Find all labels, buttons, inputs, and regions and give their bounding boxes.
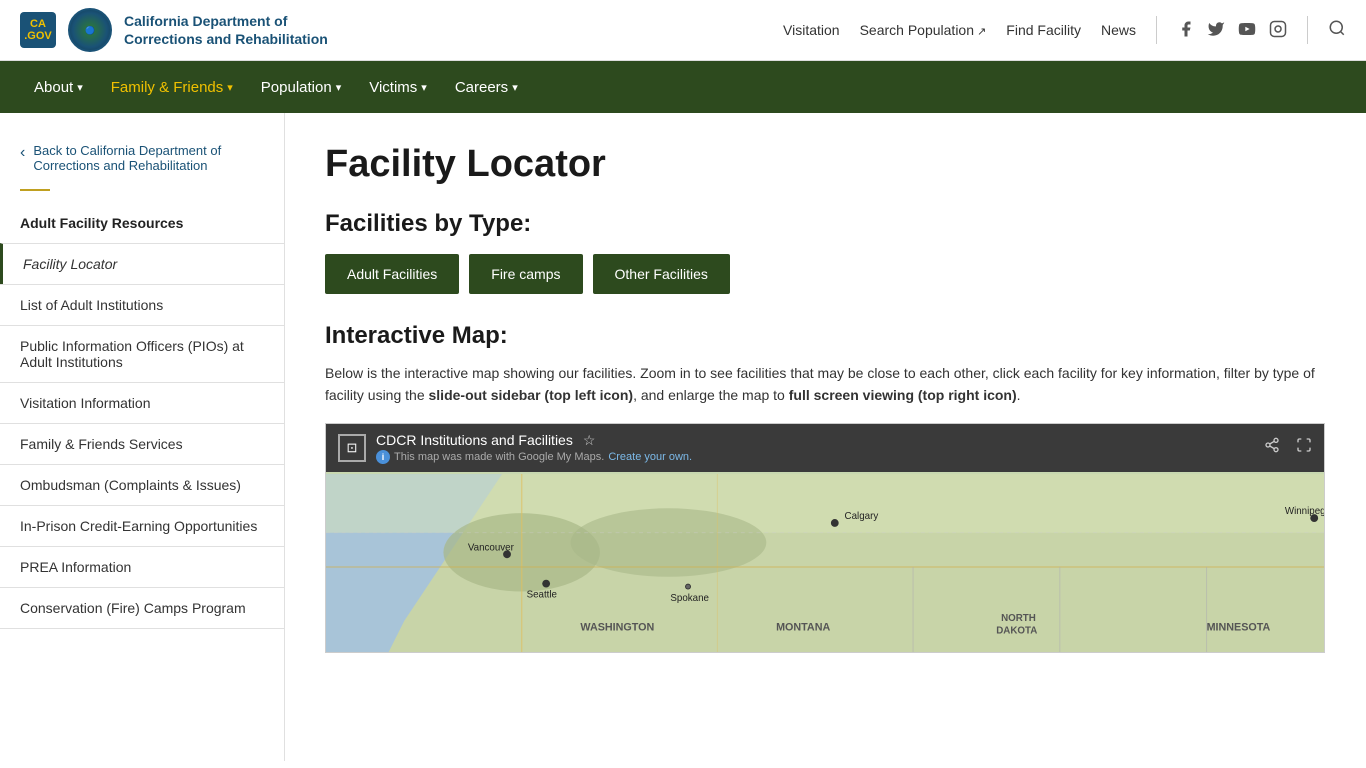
back-chevron-icon: ‹ bbox=[20, 144, 25, 162]
map-container[interactable]: ⊡ CDCR Institutions and Facilities ☆ i T… bbox=[325, 423, 1325, 653]
svg-text:WASHINGTON: WASHINGTON bbox=[580, 621, 654, 633]
nav-victims[interactable]: Victims ▾ bbox=[355, 61, 441, 113]
map-info-icon: i bbox=[376, 450, 390, 464]
map-header-right bbox=[1264, 437, 1312, 458]
search-population-link[interactable]: Search Population bbox=[860, 22, 987, 38]
interactive-map-title: Interactive Map: bbox=[325, 322, 1325, 350]
sidebar-divider bbox=[20, 189, 50, 191]
nav-careers[interactable]: Careers ▾ bbox=[441, 61, 532, 113]
page-title: Facility Locator bbox=[325, 143, 1325, 186]
top-bar: CA .GOV 🔵 California Department of Corre… bbox=[0, 0, 1366, 61]
sidebar-item-family-friends-services[interactable]: Family & Friends Services bbox=[0, 423, 284, 464]
adult-facilities-button[interactable]: Adult Facilities bbox=[325, 254, 459, 294]
nav-about[interactable]: About ▾ bbox=[20, 61, 97, 113]
page-layout: ‹ Back to California Department of Corre… bbox=[0, 113, 1366, 761]
map-share-icon[interactable] bbox=[1264, 437, 1280, 458]
map-fullscreen-icon[interactable] bbox=[1296, 437, 1312, 458]
create-own-link[interactable]: Create your own. bbox=[608, 451, 692, 463]
svg-text:Seattle: Seattle bbox=[527, 589, 557, 600]
nav-divider bbox=[1156, 16, 1157, 44]
twitter-icon[interactable] bbox=[1207, 20, 1225, 41]
svg-text:NORTH: NORTH bbox=[1001, 613, 1036, 624]
sidebar-back-link[interactable]: ‹ Back to California Department of Corre… bbox=[0, 133, 284, 189]
map-subtitle: i This map was made with Google My Maps.… bbox=[376, 450, 692, 464]
svg-text:MONTANA: MONTANA bbox=[776, 621, 830, 633]
main-nav: About ▾ Family & Friends ▾ Population ▾ … bbox=[0, 61, 1366, 113]
map-image: Calgary Winnipeg Vancouver Seattle Spoka… bbox=[326, 472, 1324, 653]
sidebar-item-pios[interactable]: Public Information Officers (PIOs) at Ad… bbox=[0, 325, 284, 382]
sidebar-item-visitation[interactable]: Visitation Information bbox=[0, 382, 284, 423]
other-facilities-button[interactable]: Other Facilities bbox=[593, 254, 730, 294]
news-link[interactable]: News bbox=[1101, 22, 1136, 38]
map-title-area: CDCR Institutions and Facilities ☆ i Thi… bbox=[376, 432, 692, 464]
social-icons bbox=[1177, 20, 1287, 41]
map-star-icon: ☆ bbox=[583, 432, 596, 449]
svg-text:Spokane: Spokane bbox=[670, 593, 709, 604]
svg-text:Calgary: Calgary bbox=[845, 511, 879, 522]
svg-text:DAKOTA: DAKOTA bbox=[996, 625, 1037, 636]
map-title: CDCR Institutions and Facilities bbox=[376, 432, 573, 448]
ca-gov-logo: CA .GOV bbox=[20, 12, 56, 48]
sidebar-item-fire-camps[interactable]: Conservation (Fire) Camps Program bbox=[0, 587, 284, 629]
main-content: Facility Locator Facilities by Type: Adu… bbox=[285, 113, 1365, 761]
svg-text:MINNESOTA: MINNESOTA bbox=[1207, 621, 1271, 633]
facility-type-buttons: Adult Facilities Fire camps Other Facili… bbox=[325, 254, 1325, 294]
careers-chevron: ▾ bbox=[512, 81, 518, 94]
facilities-by-type-title: Facilities by Type: bbox=[325, 210, 1325, 238]
about-chevron: ▾ bbox=[77, 81, 83, 94]
seal-logo: 🔵 bbox=[68, 8, 112, 52]
sidebar-item-adult-institutions[interactable]: List of Adult Institutions bbox=[0, 284, 284, 325]
sidebar-item-credit-earning[interactable]: In-Prison Credit-Earning Opportunities bbox=[0, 505, 284, 546]
sidebar-section-title: Adult Facility Resources bbox=[0, 207, 284, 243]
find-facility-link[interactable]: Find Facility bbox=[1006, 22, 1081, 38]
sidebar-item-ombudsman[interactable]: Ombudsman (Complaints & Issues) bbox=[0, 464, 284, 505]
map-expand-icon[interactable]: ⊡ bbox=[338, 434, 366, 462]
utility-nav: Visitation Search Population Find Facili… bbox=[783, 16, 1346, 44]
facebook-icon[interactable] bbox=[1177, 20, 1195, 41]
svg-text:Winnipeg: Winnipeg bbox=[1285, 506, 1324, 517]
fire-camps-button[interactable]: Fire camps bbox=[469, 254, 582, 294]
nav-family-friends[interactable]: Family & Friends ▾ bbox=[97, 61, 247, 113]
visitation-link[interactable]: Visitation bbox=[783, 22, 840, 38]
map-header-left: ⊡ CDCR Institutions and Facilities ☆ i T… bbox=[338, 432, 692, 464]
search-divider bbox=[1307, 16, 1308, 44]
svg-text:Vancouver: Vancouver bbox=[468, 542, 515, 553]
population-chevron: ▾ bbox=[336, 81, 342, 94]
sidebar-item-facility-locator[interactable]: Facility Locator bbox=[0, 243, 284, 284]
sidebar-item-prea[interactable]: PREA Information bbox=[0, 546, 284, 587]
instagram-icon[interactable] bbox=[1269, 20, 1287, 41]
family-chevron: ▾ bbox=[227, 81, 233, 94]
map-header: ⊡ CDCR Institutions and Facilities ☆ i T… bbox=[326, 424, 1324, 472]
search-button[interactable] bbox=[1328, 19, 1346, 42]
youtube-icon[interactable] bbox=[1237, 20, 1257, 41]
logo-area: CA .GOV 🔵 California Department of Corre… bbox=[20, 8, 328, 52]
nav-population[interactable]: Population ▾ bbox=[247, 61, 355, 113]
map-description: Below is the interactive map showing our… bbox=[325, 362, 1325, 407]
victims-chevron: ▾ bbox=[421, 81, 427, 94]
org-name: California Department of Corrections and… bbox=[124, 12, 328, 48]
sidebar: ‹ Back to California Department of Corre… bbox=[0, 113, 285, 761]
